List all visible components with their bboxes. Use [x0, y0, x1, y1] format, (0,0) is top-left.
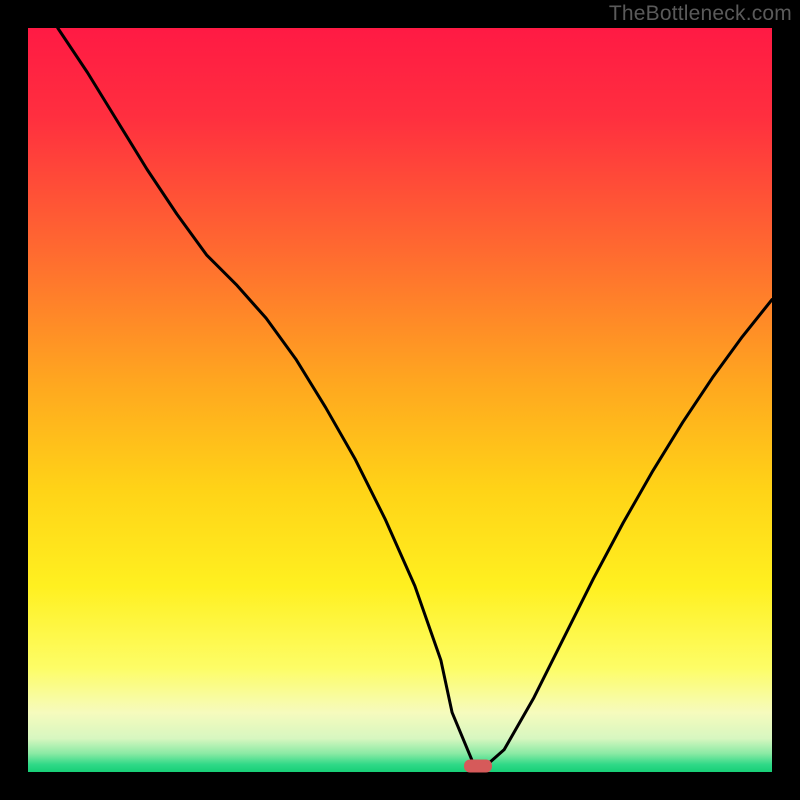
plot-area	[28, 28, 772, 772]
watermark-text: TheBottleneck.com	[609, 2, 792, 26]
optimum-marker	[464, 760, 492, 773]
chart-frame: TheBottleneck.com	[0, 0, 800, 800]
bottleneck-curve	[28, 28, 772, 772]
